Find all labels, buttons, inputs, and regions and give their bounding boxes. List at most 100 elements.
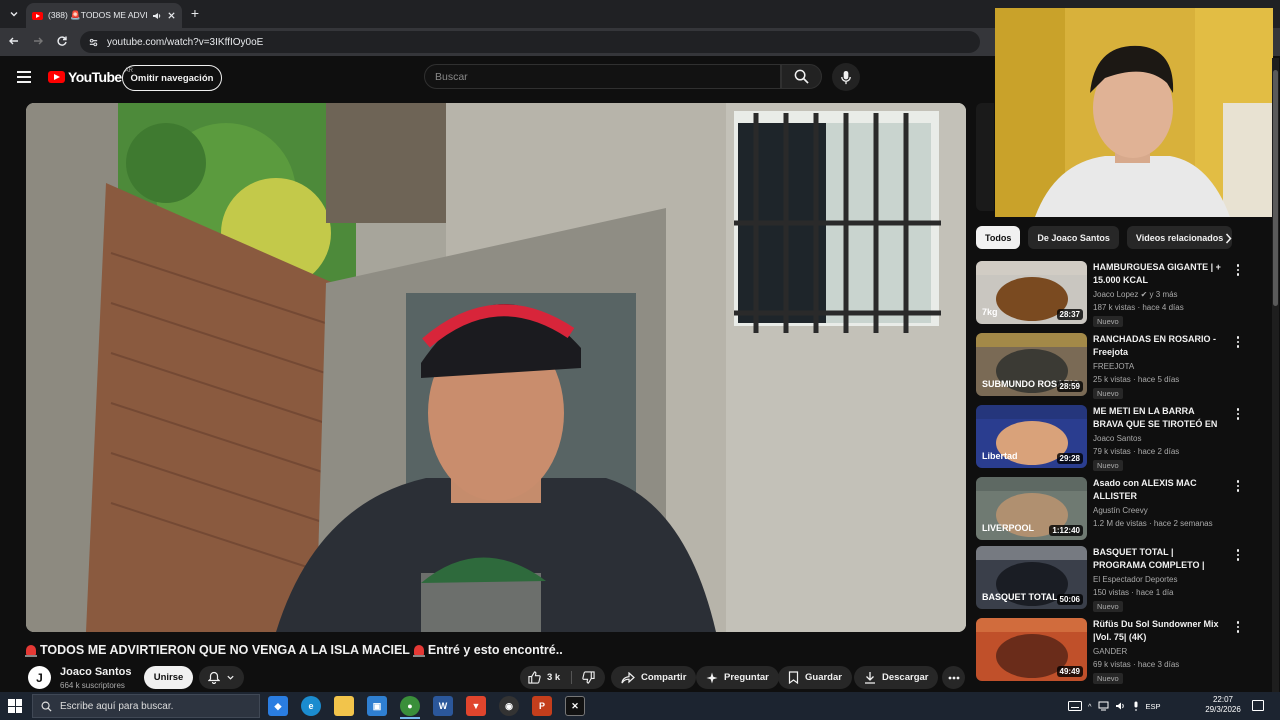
language-indicator[interactable]: ESP	[1146, 702, 1161, 711]
channel-name[interactable]: Joaco Santos	[60, 666, 132, 678]
chip-todos[interactable]: Todos	[976, 226, 1021, 249]
microphone-icon[interactable]	[1132, 701, 1140, 712]
save-label: Guardar	[805, 672, 842, 683]
obs-app-icon[interactable]: ◉	[499, 696, 519, 716]
video-thumbnail[interactable]: Libertad 29:28	[976, 405, 1087, 468]
recommendation-item[interactable]: 49:49 Rüfüs Du Sol Sundowner Mix |Vol. 75…	[976, 618, 1266, 684]
file-explorer-icon[interactable]	[334, 696, 354, 716]
hamburger-menu-icon[interactable]	[17, 71, 31, 83]
ask-button[interactable]: Preguntar	[696, 666, 779, 689]
download-icon	[865, 672, 875, 684]
recommendation-channel[interactable]: Joaco Lopez ✔ y 3 más	[1093, 290, 1178, 299]
voice-search-button[interactable]	[832, 63, 860, 91]
copilot-app-icon[interactable]: ◆	[268, 696, 288, 716]
recommendation-channel[interactable]: Agustín Creevy	[1093, 506, 1148, 515]
dislike-button[interactable]	[578, 666, 598, 689]
video-thumbnail[interactable]: BASQUET TOTAL 50:06	[976, 546, 1087, 609]
close-tab-icon[interactable]	[167, 11, 176, 20]
volume-icon[interactable]	[1115, 701, 1126, 711]
new-badge: Nuevo	[1093, 601, 1123, 612]
recommendation-title[interactable]: Asado con ALEXIS MAC ALLISTER	[1093, 477, 1221, 503]
taskbar-clock[interactable]: 22:07 29/3/2026	[1198, 695, 1248, 715]
tab-title: (388) 🚨TODOS ME ADVIRT	[48, 10, 147, 20]
network-icon[interactable]	[1098, 701, 1109, 711]
more-vertical-icon[interactable]	[1234, 620, 1242, 634]
recommendation-channel[interactable]: GANDER	[1093, 647, 1127, 656]
save-button[interactable]: Guardar	[778, 666, 852, 689]
edge-app-icon[interactable]: e	[301, 696, 321, 716]
video-duration: 28:59	[1056, 381, 1083, 392]
chevron-up-icon[interactable]: ^	[1088, 702, 1092, 711]
video-thumbnail[interactable]: LIVERPOOL 1:12:40	[976, 477, 1087, 540]
bell-icon	[208, 671, 220, 684]
back-button[interactable]	[8, 35, 22, 49]
chip-related[interactable]: Videos relacionados	[1126, 226, 1233, 249]
share-button[interactable]: Compartir	[611, 666, 697, 689]
recommendation-title[interactable]: BASQUET TOTAL | PROGRAMA COMPLETO | 28/0…	[1093, 546, 1221, 573]
word-app-icon[interactable]: W	[433, 696, 453, 716]
more-vertical-icon[interactable]	[1234, 479, 1242, 493]
chips-next-button[interactable]	[1220, 229, 1236, 247]
recommendation-title[interactable]: RANCHADAS EN ROSARIO - Freejota	[1093, 333, 1221, 359]
search-button[interactable]	[781, 64, 822, 89]
skip-navigation-button[interactable]: Omitir navegación	[122, 65, 222, 91]
more-vertical-icon[interactable]	[1234, 335, 1242, 349]
recommendation-item[interactable]: BASQUET TOTAL 50:06 BASQUET TOTAL | PROGRA…	[976, 546, 1266, 612]
capcut-app-icon[interactable]: ✕	[565, 696, 585, 716]
sparkle-icon	[706, 672, 718, 683]
more-vertical-icon[interactable]	[1234, 263, 1242, 277]
channel-avatar[interactable]: J	[28, 666, 51, 689]
keyboard-icon[interactable]	[1068, 701, 1082, 711]
store-app-icon[interactable]: ▣	[367, 696, 387, 716]
new-tab-button[interactable]: +	[188, 6, 202, 20]
taskbar-search-input[interactable]: Escribe aquí para buscar.	[32, 694, 260, 718]
sidebar-panel-edge	[976, 103, 994, 211]
windows-taskbar: Escribe aquí para buscar. ◆ e ▣ ● W ▼ ◉ …	[0, 692, 1280, 720]
recommendation-channel-name: Agustín Creevy	[1093, 506, 1148, 515]
youtube-logo[interactable]: YouTube AR	[48, 68, 133, 85]
video-thumbnail[interactable]: 7kg 28:37	[976, 261, 1087, 324]
url-bar[interactable]: youtube.com/watch?v=3IKffIOy0oE	[80, 31, 980, 53]
download-button[interactable]: Descargar	[854, 666, 939, 689]
more-vertical-icon[interactable]	[1234, 407, 1242, 421]
like-dislike-group: 3 k	[520, 666, 605, 689]
video-player[interactable]	[26, 103, 966, 632]
search-input[interactable]: Buscar	[424, 64, 781, 89]
forward-button[interactable]	[32, 35, 46, 49]
chip-from-channel[interactable]: De Joaco Santos	[1028, 226, 1119, 249]
url-text: youtube.com/watch?v=3IKffIOy0oE	[107, 36, 264, 48]
brave-app-icon[interactable]: ▼	[466, 696, 486, 716]
like-button[interactable]: 3 k	[528, 666, 560, 689]
recommendation-item[interactable]: SUBMUNDO ROSARIO 28:59 RANCHADAS EN ROSARI…	[976, 333, 1266, 399]
join-button[interactable]: Unirse	[144, 666, 193, 689]
taskbar-search-placeholder: Escribe aquí para buscar.	[60, 700, 174, 712]
notification-center-icon[interactable]	[1252, 700, 1264, 711]
recommendation-item[interactable]: LIVERPOOL 1:12:40 Asado con ALEXIS MAC ALL…	[976, 477, 1266, 541]
windows-start-icon[interactable]	[8, 699, 22, 713]
scrollbar-thumb[interactable]	[1273, 70, 1278, 306]
recommendation-item[interactable]: Libertad 29:28 ME METI EN LA BARRA BRAVA Q…	[976, 405, 1266, 471]
chrome-app-icon[interactable]: ●	[400, 696, 420, 716]
video-thumbnail[interactable]: 49:49	[976, 618, 1087, 681]
video-thumbnail[interactable]: SUBMUNDO ROSARIO 28:59	[976, 333, 1087, 396]
active-app-indicator	[400, 717, 420, 719]
reload-button[interactable]	[56, 35, 70, 49]
site-info-icon	[89, 38, 98, 46]
new-badge: Nuevo	[1093, 388, 1123, 399]
recommendation-title[interactable]: Rüfüs Du Sol Sundowner Mix |Vol. 75| (4K…	[1093, 618, 1221, 644]
recommendation-title[interactable]: HAMBURGUESA GIGANTE | + 15.000 KCAL	[1093, 261, 1221, 287]
recommendation-stats: 187 k vistas · hace 4 días	[1093, 303, 1184, 312]
speaker-icon[interactable]	[152, 11, 162, 21]
recommendation-item[interactable]: 7kg 28:37 HAMBURGUESA GIGANTE | + 15.000 K…	[976, 261, 1266, 327]
recommendation-title[interactable]: ME METI EN LA BARRA BRAVA QUE SE TIROTEÓ…	[1093, 405, 1221, 432]
powerpoint-app-icon[interactable]: P	[532, 696, 552, 716]
video-duration: 29:28	[1056, 453, 1083, 464]
recommendation-channel[interactable]: El Espectador Deportes	[1093, 575, 1178, 584]
browser-tab[interactable]: (388) 🚨TODOS ME ADVIRT	[26, 3, 182, 28]
notifications-button[interactable]	[199, 666, 244, 689]
recommendation-channel[interactable]: Joaco Santos	[1093, 434, 1141, 443]
tab-search-button[interactable]	[6, 6, 22, 22]
more-vertical-icon[interactable]	[1234, 548, 1242, 562]
recommendation-channel[interactable]: FREEJOTA	[1093, 362, 1134, 371]
more-actions-button[interactable]	[942, 666, 965, 689]
